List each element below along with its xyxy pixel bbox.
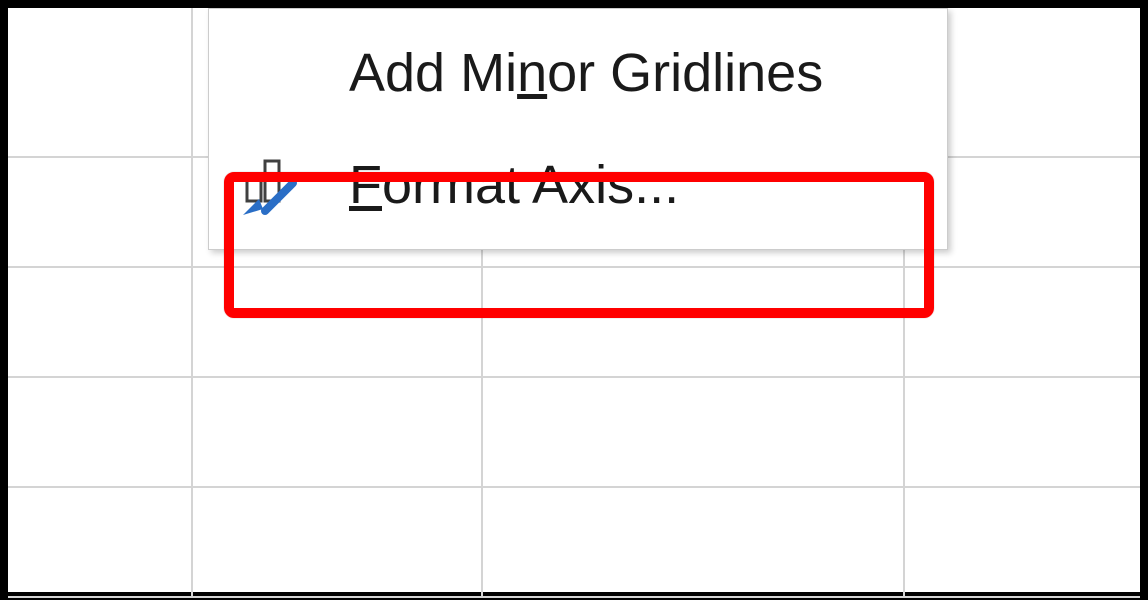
menu-item-label: Add Minor Gridlines <box>341 42 947 104</box>
format-axis-icon <box>241 153 341 217</box>
cell[interactable] <box>483 488 905 596</box>
cell[interactable] <box>8 378 193 486</box>
cell[interactable] <box>483 378 905 486</box>
cell[interactable] <box>483 268 905 376</box>
cell[interactable] <box>8 488 193 596</box>
cell[interactable] <box>905 488 1140 596</box>
format-axis-menu-item[interactable]: Format Axis... <box>209 129 947 241</box>
menu-item-label: Format Axis... <box>341 154 947 216</box>
cell[interactable] <box>8 268 193 376</box>
cell[interactable] <box>8 48 193 156</box>
cell[interactable] <box>193 268 483 376</box>
cell[interactable] <box>8 158 193 266</box>
cell[interactable] <box>905 268 1140 376</box>
chart-context-menu: Add Minor Gridlines Format Axis... <box>208 8 948 250</box>
cell[interactable] <box>905 378 1140 486</box>
cell[interactable] <box>8 8 193 48</box>
add-minor-gridlines-menu-item[interactable]: Add Minor Gridlines <box>209 17 947 129</box>
cell[interactable] <box>193 488 483 596</box>
cell[interactable] <box>193 378 483 486</box>
